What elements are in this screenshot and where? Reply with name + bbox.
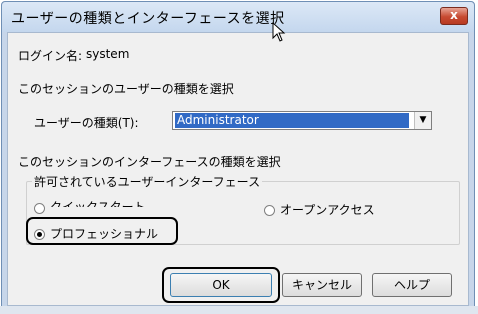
dialog-title: ユーザーの種類とインターフェースを選択: [11, 11, 285, 27]
interface-group-title: 許可されているユーザーインターフェース: [32, 173, 263, 190]
bottom-strip: [0, 306, 478, 314]
professional-highlight-frame: [26, 217, 178, 245]
radio-quickstart-label[interactable]: クイックスタート: [50, 198, 146, 207]
dropdown-arrow-icon[interactable]: ▼: [414, 112, 431, 129]
help-button[interactable]: ヘルプ: [372, 273, 452, 297]
dialog-body: ログイン名: system このセッションのユーザーの種類を選択 ユーザーの種類…: [7, 32, 469, 306]
radio-quickstart[interactable]: [34, 203, 45, 214]
login-name-value: system: [86, 47, 130, 61]
user-type-select[interactable]: Administrator ▼: [172, 111, 432, 130]
login-name-label: ログイン名:: [18, 49, 83, 63]
user-type-section-heading: このセッションのユーザーの種類を選択: [18, 82, 234, 96]
cancel-button[interactable]: キャンセル: [282, 273, 362, 297]
user-type-label: ユーザーの種類(T):: [34, 116, 139, 130]
mouse-cursor-icon: [272, 22, 286, 42]
close-button[interactable]: x: [440, 7, 468, 25]
dialog-window: ユーザーの種類とインターフェースを選択 x ログイン名: system このセッ…: [1, 1, 475, 311]
interface-section-heading: このセッションのインターフェースの種類を選択: [18, 155, 281, 169]
ok-highlight-frame: [162, 267, 280, 303]
user-type-selected-value: Administrator: [175, 113, 409, 128]
radio-open-access[interactable]: [264, 205, 275, 216]
radio-open-access-label[interactable]: オープンアクセス: [280, 201, 375, 218]
title-bar[interactable]: ユーザーの種類とインターフェースを選択 x: [2, 2, 474, 32]
